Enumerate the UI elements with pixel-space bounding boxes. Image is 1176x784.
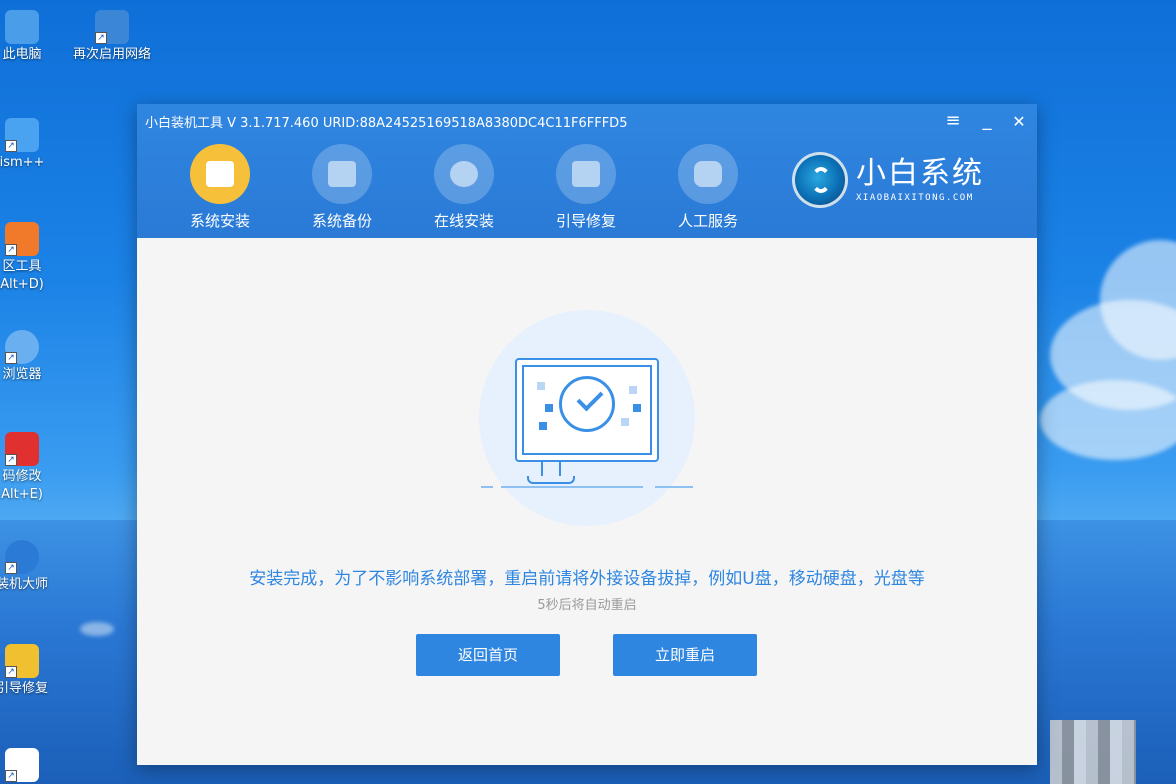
desktop-icon-partition-tool[interactable]: ↗ 区工具 Alt+D) xyxy=(0,222,62,294)
monitor-icon xyxy=(515,358,659,462)
restart-now-button[interactable]: 立即重启 xyxy=(613,634,757,676)
desktop-icon-browser[interactable]: ↗ 浏览器 xyxy=(0,330,62,384)
desktop-icon-label: 再次启用网络 xyxy=(72,47,151,62)
computer-icon xyxy=(5,10,39,44)
menu-button[interactable]: ≡ xyxy=(943,110,963,131)
desktop-icon-reenable-network[interactable]: ↗ 再次启用网络 xyxy=(72,10,152,64)
tab-system-install[interactable]: 系统安装 xyxy=(159,144,281,231)
install-icon xyxy=(190,144,250,204)
xiaobai-logo-icon: ↗ xyxy=(5,540,39,574)
window-header: 小白装机工具 V 3.1.717.460 URID:88A24525169518… xyxy=(137,104,1037,238)
minimize-button[interactable]: _ xyxy=(977,110,997,131)
monitor-base xyxy=(527,476,575,484)
checkmark-icon xyxy=(559,376,615,432)
desktop-icon-boot-repair[interactable]: ↗ 引导修复 xyxy=(0,644,62,698)
chat-icon xyxy=(678,144,738,204)
desktop-icon-xiaobai-master[interactable]: ↗ 装机大师 xyxy=(0,540,62,594)
install-complete-illustration xyxy=(479,310,695,526)
tab-boot-repair[interactable]: 引导修复 xyxy=(525,144,647,231)
restart-countdown: 5秒后将自动重启 xyxy=(537,598,637,613)
desktop-icon-label: 区工具 xyxy=(2,259,42,274)
tab-label: 系统安装 xyxy=(189,212,250,230)
desktop-icon-label: 浏览器 xyxy=(2,367,42,382)
tab-label: 引导修复 xyxy=(555,212,616,230)
xiaobai-logo-icon xyxy=(792,152,848,208)
backup-icon xyxy=(312,144,372,204)
browser-icon: ↗ xyxy=(5,330,39,364)
cloud-decoration xyxy=(80,622,114,636)
key-icon: ↗ xyxy=(5,432,39,466)
app-icon: ↗ xyxy=(5,748,39,782)
download-icon xyxy=(434,144,494,204)
tab-online-install[interactable]: 在线安装 xyxy=(403,144,525,231)
tab-human-service[interactable]: 人工服务 xyxy=(647,144,769,231)
brand-logo: 小白系统 XIAOBAIXITONG.COM xyxy=(792,152,984,208)
desktop-icon-unknown[interactable]: ↗ xyxy=(0,748,62,784)
content-area: 安装完成，为了不影响系统部署，重启前请将外接设备拔掉，例如U盘，移动硬盘，光盘等… xyxy=(137,238,1037,765)
tab-system-backup[interactable]: 系统备份 xyxy=(281,144,403,231)
desktop-icon-sublabel: Alt+D) xyxy=(0,277,44,292)
desktop-icon-password-reset[interactable]: ↗ 码修改 Alt+E) xyxy=(0,432,62,504)
install-complete-message: 安装完成，为了不影响系统部署，重启前请将外接设备拔掉，例如U盘，移动硬盘，光盘等 xyxy=(249,569,925,589)
main-nav: 系统安装 系统备份 在线安装 引导修复 人工服务 xyxy=(159,144,769,231)
window-title: 小白装机工具 V 3.1.717.460 URID:88A24525169518… xyxy=(145,116,628,131)
tab-label: 人工服务 xyxy=(677,212,738,230)
monitor-stand xyxy=(541,462,561,476)
gear-icon: ↗ xyxy=(5,118,39,152)
blurred-region xyxy=(1050,720,1136,784)
return-home-button[interactable]: 返回首页 xyxy=(416,634,560,676)
partition-icon: ↗ xyxy=(5,222,39,256)
brand-domain: XIAOBAIXITONG.COM xyxy=(856,193,974,203)
desktop-icon-label: 引导修复 xyxy=(0,681,48,696)
toolbox-icon xyxy=(556,144,616,204)
tab-label: 在线安装 xyxy=(433,212,494,230)
desktop-icon-sublabel: Alt+E) xyxy=(1,487,43,502)
desktop-icon-label: 此电脑 xyxy=(2,47,42,62)
desktop-icon-label: 装机大师 xyxy=(0,577,48,592)
desktop-icon-dism[interactable]: ↗ ism++ xyxy=(0,118,62,172)
close-button[interactable]: ✕ xyxy=(1009,112,1029,131)
desktop-icon-label: ism++ xyxy=(0,155,45,170)
brand-name: 小白系统 xyxy=(856,156,984,191)
installer-window: 小白装机工具 V 3.1.717.460 URID:88A24525169518… xyxy=(137,104,1037,765)
cloud-decoration xyxy=(1040,380,1176,460)
desktop-icon-this-pc[interactable]: 此电脑 xyxy=(0,10,62,64)
tab-label: 系统备份 xyxy=(311,212,372,230)
network-icon: ↗ xyxy=(95,10,129,44)
desktop-icon-label: 码修改 xyxy=(2,469,42,484)
star-icon: ↗ xyxy=(5,644,39,678)
